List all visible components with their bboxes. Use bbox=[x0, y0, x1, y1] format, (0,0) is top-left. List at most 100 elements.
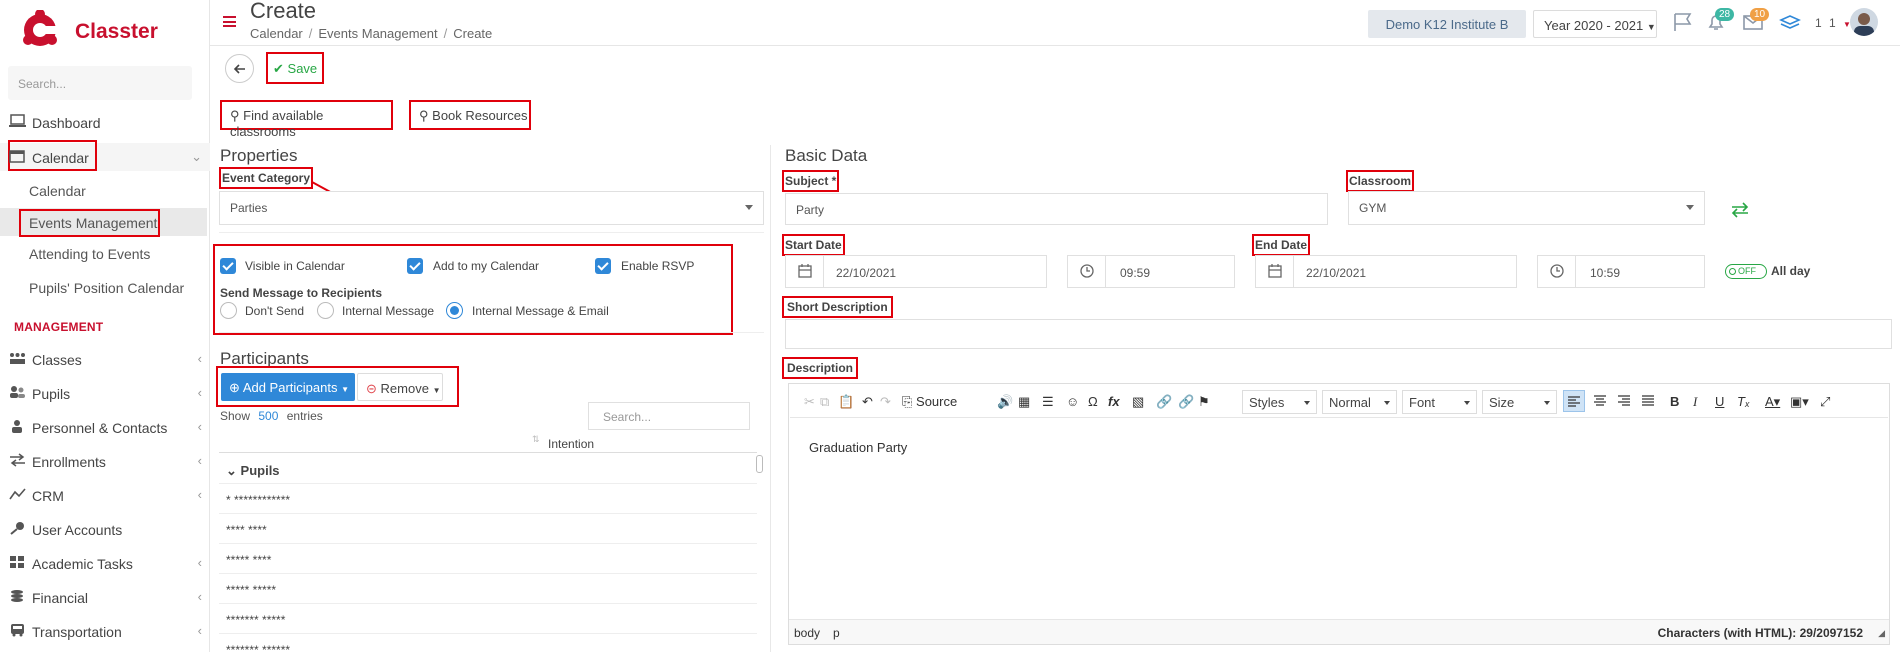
bold-icon[interactable]: B bbox=[1670, 394, 1679, 409]
classroom-select[interactable]: GYM bbox=[1348, 191, 1705, 225]
sidebar-item-personnel-contacts[interactable]: Personnel & Contacts ‹ bbox=[0, 413, 210, 441]
sidebar-search-input[interactable]: Search... bbox=[8, 66, 192, 100]
table-row[interactable]: ***** **** bbox=[219, 544, 757, 574]
paste-icon[interactable]: 📋 bbox=[838, 394, 854, 410]
menu-icon[interactable] bbox=[223, 16, 236, 27]
start-time-value: 09:59 bbox=[1120, 266, 1151, 280]
flag-icon[interactable] bbox=[1672, 12, 1694, 32]
font-dropdown[interactable]: Font bbox=[1402, 390, 1477, 414]
start-time-field[interactable]: 09:59 bbox=[1067, 255, 1235, 288]
redo-icon[interactable]: ↷ bbox=[880, 394, 891, 410]
path-body[interactable]: body bbox=[794, 626, 820, 640]
group-row[interactable]: ⌄ Pupils bbox=[219, 454, 757, 484]
swap-icon[interactable] bbox=[1730, 201, 1750, 219]
radio-internal-message[interactable] bbox=[317, 302, 334, 319]
table-row[interactable]: ******* ***** bbox=[219, 604, 757, 634]
sidebar-item-classes[interactable]: Classes ‹ bbox=[0, 345, 210, 373]
text-color-icon[interactable]: A▾ bbox=[1765, 394, 1780, 410]
align-right-icon[interactable] bbox=[1614, 390, 1634, 410]
table-row[interactable]: * ************ bbox=[219, 484, 757, 514]
formula-icon[interactable]: fx bbox=[1108, 394, 1120, 409]
italic-icon[interactable]: I bbox=[1693, 394, 1697, 410]
avatar[interactable] bbox=[1850, 8, 1878, 36]
table-row[interactable]: ***** ***** bbox=[219, 574, 757, 604]
underline-icon[interactable]: U bbox=[1715, 394, 1724, 409]
sidebar-item-pupils[interactable]: Pupils ‹ bbox=[0, 379, 210, 407]
styles-dropdown[interactable]: Styles bbox=[1242, 390, 1317, 414]
sidebar-item-crm[interactable]: CRM ‹ bbox=[0, 481, 210, 509]
table-icon[interactable]: ▦ bbox=[1018, 394, 1030, 410]
background-color-icon[interactable]: ▣▾ bbox=[1790, 394, 1809, 410]
participants-search-input[interactable]: Search... bbox=[588, 402, 750, 430]
undo-icon[interactable]: ↶ bbox=[862, 394, 873, 410]
table-row[interactable]: **** **** bbox=[219, 514, 757, 544]
end-date-field[interactable]: 22/10/2021 bbox=[1255, 255, 1517, 288]
breadcrumb-item[interactable]: Calendar bbox=[250, 26, 303, 41]
year-selector[interactable]: Year 2020 - 2021 ▼ bbox=[1533, 10, 1657, 38]
align-left-icon[interactable] bbox=[1563, 390, 1585, 412]
path-p[interactable]: p bbox=[833, 626, 840, 640]
align-justify-icon[interactable] bbox=[1638, 390, 1658, 410]
enable-rsvp-checkbox[interactable] bbox=[595, 258, 611, 274]
unlink-icon[interactable]: 🔗 bbox=[1178, 394, 1194, 410]
classroom-value: GYM bbox=[1359, 201, 1387, 215]
size-dropdown[interactable]: Size bbox=[1482, 390, 1557, 414]
breadcrumb-item[interactable]: Events Management bbox=[318, 26, 437, 41]
sidebar-subitem-pupils-position-calendar[interactable]: Pupils' Position Calendar bbox=[0, 273, 207, 301]
cut-icon[interactable]: ✂ bbox=[804, 394, 815, 410]
smiley-icon[interactable]: ☺ bbox=[1066, 394, 1079, 409]
subject-label: Subject * bbox=[782, 170, 840, 192]
add-participants-button[interactable]: ⊕ Add Participants ▼ bbox=[221, 373, 355, 401]
anchor-flag-icon[interactable]: ⚑ bbox=[1198, 394, 1210, 410]
remove-button[interactable]: ⊝ Remove ▼ bbox=[357, 373, 443, 401]
short-description-field[interactable] bbox=[785, 319, 1892, 349]
start-date-field[interactable]: 22/10/2021 bbox=[785, 255, 1047, 288]
sidebar-item-user-accounts[interactable]: User Accounts bbox=[0, 515, 210, 543]
sidebar-item-transportation[interactable]: Transportation ‹ bbox=[0, 617, 210, 645]
sidebar-item-dashboard[interactable]: Dashboard bbox=[0, 108, 210, 136]
omega-icon[interactable]: Ω bbox=[1088, 394, 1098, 409]
horizontal-line-icon[interactable]: ☰ bbox=[1042, 394, 1054, 410]
book-resources-button[interactable]: ⚲ Book Resources bbox=[409, 100, 531, 130]
find-classrooms-button[interactable]: ⚲ Find available classrooms bbox=[220, 100, 393, 139]
column-header-intention[interactable]: Intention bbox=[548, 437, 594, 451]
end-time-field[interactable]: 10:59 bbox=[1537, 255, 1705, 288]
format-dropdown[interactable]: Normal bbox=[1322, 390, 1397, 414]
minus-circle-icon: ⊝ bbox=[366, 381, 377, 396]
visible-in-calendar-checkbox[interactable] bbox=[220, 258, 236, 274]
sidebar-subitem-events-management[interactable]: Events Management bbox=[0, 208, 207, 237]
layers-icon[interactable] bbox=[1779, 12, 1801, 32]
sidebar-subitem-calendar[interactable]: Calendar bbox=[0, 176, 207, 204]
entries-count-select[interactable]: 500 bbox=[258, 409, 278, 423]
audio-icon[interactable]: 🔊 bbox=[997, 394, 1013, 410]
radio-internal-message-email-label: Internal Message & Email bbox=[472, 304, 609, 318]
maximize-icon[interactable]: ⤢ bbox=[1820, 394, 1830, 410]
save-button[interactable]: ✔ Save bbox=[266, 52, 324, 84]
entries-label: entries bbox=[286, 409, 323, 423]
radio-internal-message-email[interactable] bbox=[446, 302, 463, 319]
classter-logo-icon[interactable] bbox=[20, 10, 60, 50]
sidebar-subitem-attending-to-events[interactable]: Attending to Events bbox=[0, 239, 207, 267]
user-label[interactable]: 1 1 ▼ bbox=[1815, 16, 1853, 30]
scrollbar[interactable] bbox=[756, 455, 763, 473]
add-to-my-calendar-checkbox[interactable] bbox=[407, 258, 423, 274]
sidebar-item-academic-tasks[interactable]: Academic Tasks ‹ bbox=[0, 549, 210, 577]
resize-handle-icon[interactable]: ◢ bbox=[1878, 628, 1885, 639]
event-category-select[interactable]: Parties bbox=[219, 191, 764, 225]
editor-content[interactable]: Graduation Party bbox=[809, 440, 907, 455]
widget-icon[interactable]: ▧ bbox=[1132, 394, 1144, 410]
table-row[interactable]: ******* ****** bbox=[219, 634, 757, 652]
sidebar-item-calendar[interactable]: Calendar ⌄ bbox=[0, 140, 210, 171]
back-button[interactable] bbox=[225, 54, 254, 83]
subject-field[interactable]: Party bbox=[785, 193, 1328, 225]
align-center-icon[interactable] bbox=[1590, 390, 1610, 410]
link-icon[interactable]: 🔗 bbox=[1156, 394, 1172, 410]
sidebar-item-enrollments[interactable]: Enrollments ‹ bbox=[0, 447, 210, 475]
remove-format-icon[interactable]: Tₓ bbox=[1737, 394, 1750, 409]
sort-icon[interactable]: ⇅ bbox=[532, 434, 540, 445]
sidebar-item-financial[interactable]: Financial ‹ bbox=[0, 583, 210, 611]
copy-icon[interactable]: ⧉ bbox=[820, 394, 829, 410]
institute-selector[interactable]: Demo K12 Institute B bbox=[1368, 10, 1526, 38]
radio-dont-send[interactable] bbox=[220, 302, 237, 319]
source-button[interactable]: ⎘ Source bbox=[902, 394, 957, 410]
